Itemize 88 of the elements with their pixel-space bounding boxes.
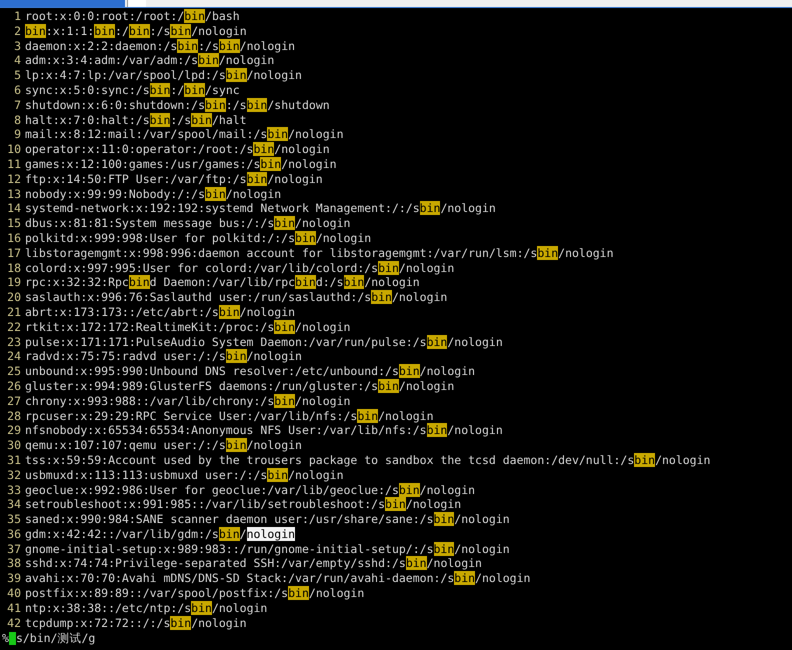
code-line: shutdown:x:6:0:shutdown:/sbin:/sbin/shutdown	[25, 98, 330, 113]
line-number: 28	[6, 408, 21, 424]
code-line: unbound:x:995:990:Unbound DNS resolver:/etc/unbound:/sbin/nologin	[25, 364, 476, 379]
line-number: 23	[6, 334, 21, 350]
line-number: 6	[13, 82, 21, 98]
line-number: 5	[13, 68, 21, 83]
code-line: gdm:x:42:42::/var/lib/gdm:/sbin/nologin	[25, 526, 296, 542]
code-line: rpc:x:32:32:Rpcbind Daemon:/var/lib/rpcbind:/sbin/nologin	[25, 275, 420, 290]
code-line: adm:x:3:4:adm:/var/adm:/sbin/nologin	[25, 53, 274, 68]
code-line: tss:x:59:59:Account used by the trousers package to sandbox the tcsd daemon:/dev/null:/sbin/nologin	[25, 452, 710, 468]
code-line: qemu:x:107:107:qemu user:/:/sbin/nologin	[25, 438, 302, 453]
line-number: 27	[6, 394, 21, 409]
code-line: games:x:12:100:games:/usr/games:/sbin/nologin	[25, 156, 337, 172]
line-number: 36	[6, 526, 21, 542]
code-line: ftp:x:14:50:FTP User:/var/ftp:/sbin/nologin	[25, 172, 323, 187]
code-line: daemon:x:2:2:daemon:/sbin:/sbin/nologin	[25, 38, 296, 54]
line-number: 31	[6, 452, 21, 468]
line-number: 10	[6, 142, 21, 157]
code-line: chrony:x:993:988::/var/lib/chrony:/sbin/nologin	[25, 394, 350, 409]
code-line: rtkit:x:172:172:RealtimeKit:/proc:/sbin/nologin	[25, 320, 350, 335]
line-number: 12	[6, 172, 21, 187]
code-line: avahi:x:70:70:Avahi mDNS/DNS-SD Stack:/var/run/avahi-daemon:/sbin/nologin	[25, 571, 530, 586]
line-number: 2	[13, 24, 21, 39]
line-number: 29	[6, 423, 21, 438]
line-number: 14	[6, 201, 21, 216]
code-line: nobody:x:99:99:Nobody:/:/sbin/nologin	[25, 186, 282, 202]
code-line: colord:x:997:995:User for colord:/var/lib/colord:/sbin/nologin	[25, 260, 454, 276]
code-line: sshd:x:74:74:Privilege-separated SSH:/var/empty/sshd:/sbin/nologin	[25, 556, 482, 572]
line-number: 39	[6, 571, 21, 586]
text-cursor	[8, 632, 16, 646]
code-line: rpcuser:x:29:29:RPC Service User:/var/lib/nfs:/sbin/nologin	[25, 408, 434, 424]
line-number: 22	[6, 320, 21, 335]
code-line: geoclue:x:992:986:User for geoclue:/var/lib/geoclue:/sbin/nologin	[25, 482, 476, 498]
command-text[interactable]: %	[2, 631, 9, 646]
line-number: 8	[13, 112, 21, 128]
code-line: dbus:x:81:81:System message bus:/:/sbin/nologin	[25, 216, 350, 231]
code-line: libstoragemgmt:x:998:996:daemon account for libstoragemgmt:/var/run/lsm:/sbin/nologin	[25, 246, 614, 261]
command-text[interactable]: s/bin/测试/g	[16, 631, 96, 646]
line-number: 4	[13, 53, 21, 68]
line-number: 16	[6, 230, 21, 246]
code-line: mail:x:8:12:mail:/var/spool/mail:/sbin/nologin	[25, 127, 344, 142]
line-number: 15	[6, 216, 21, 231]
line-number: 38	[6, 556, 21, 572]
code-line: root:x:0:0:root:/root:/bin/bash	[25, 9, 240, 24]
line-number: 20	[6, 290, 21, 305]
code-line: abrt:x:173:173::/etc/abrt:/sbin/nologin	[25, 304, 296, 320]
code-line: sync:x:5:0:sync:/sbin:/bin/sync	[25, 82, 240, 98]
code-line: setroubleshoot:x:991:985::/var/lib/setroubleshoot:/sbin/nologin	[25, 497, 462, 512]
line-number: 13	[6, 186, 21, 202]
line-number: 17	[6, 246, 21, 261]
code-line: bin:x:1:1:bin:/bin:/sbin/nologin	[25, 24, 247, 39]
code-line: nfsnobody:x:65534:65534:Anonymous NFS User:/var/lib/nfs:/sbin/nologin	[25, 423, 503, 438]
code-line: gluster:x:994:989:GlusterFS daemons:/run/gluster:/sbin/nologin	[25, 378, 454, 394]
code-line: saned:x:990:984:SANE scanner daemon user:/usr/share/sane:/sbin/nologin	[25, 512, 510, 527]
line-number: 32	[6, 468, 21, 482]
line-number: 34	[6, 497, 21, 512]
line-number: 37	[6, 542, 21, 556]
code-line: systemd-network:x:192:192:systemd Network Management:/:/sbin/nologin	[25, 201, 496, 216]
code-line: saslauth:x:996:76:Saslauthd user:/run/saslauthd:/sbin/nologin	[25, 290, 448, 305]
code-line: polkitd:x:999:998:User for polkitd:/:/sbin/nologin	[25, 230, 372, 246]
line-number: 30	[6, 438, 21, 453]
line-number: 19	[6, 275, 21, 290]
line-number: 9	[13, 127, 21, 142]
code-line: radvd:x:75:75:radvd user:/:/sbin/nologin	[25, 349, 302, 364]
code-line: gnome-initial-setup:x:989:983::/run/gnome-initial-setup/:/sbin/nologin	[25, 542, 510, 556]
code-line: lp:x:4:7:lp:/var/spool/lpd:/sbin/nologin	[25, 68, 302, 83]
line-number: 3	[13, 38, 21, 54]
code-line: usbmuxd:x:113:113:usbmuxd user:/:/sbin/nologin	[25, 468, 344, 482]
line-number: 33	[6, 482, 21, 498]
line-number: 11	[6, 156, 21, 172]
code-line: halt:x:7:0:halt:/sbin:/sbin/halt	[25, 112, 247, 128]
line-number: 25	[6, 364, 21, 379]
code-line: operator:x:11:0:operator:/root:/sbin/nologin	[25, 142, 330, 157]
line-number: 21	[6, 304, 21, 320]
code-line: postfix:x:89:89::/var/spool/postfix:/sbin/nologin	[25, 586, 364, 601]
code-line: ntp:x:38:38::/etc/ntp:/sbin/nologin	[25, 600, 268, 616]
tab[interactable]	[127, 0, 146, 7]
line-number: 42	[6, 616, 21, 630]
line-number: 26	[6, 378, 21, 394]
code-line: pulse:x:171:171:PulseAudio System Daemon:/var/run/pulse:/sbin/nologin	[25, 334, 503, 350]
line-number: 1	[13, 9, 21, 24]
line-number: 40	[6, 586, 21, 601]
code-line: tcpdump:x:72:72::/:/sbin/nologin	[25, 616, 247, 630]
line-number: 7	[13, 98, 21, 113]
line-number: 24	[6, 349, 21, 364]
line-number: 41	[6, 600, 21, 616]
line-number: 18	[6, 260, 21, 276]
line-number: 35	[6, 512, 21, 527]
